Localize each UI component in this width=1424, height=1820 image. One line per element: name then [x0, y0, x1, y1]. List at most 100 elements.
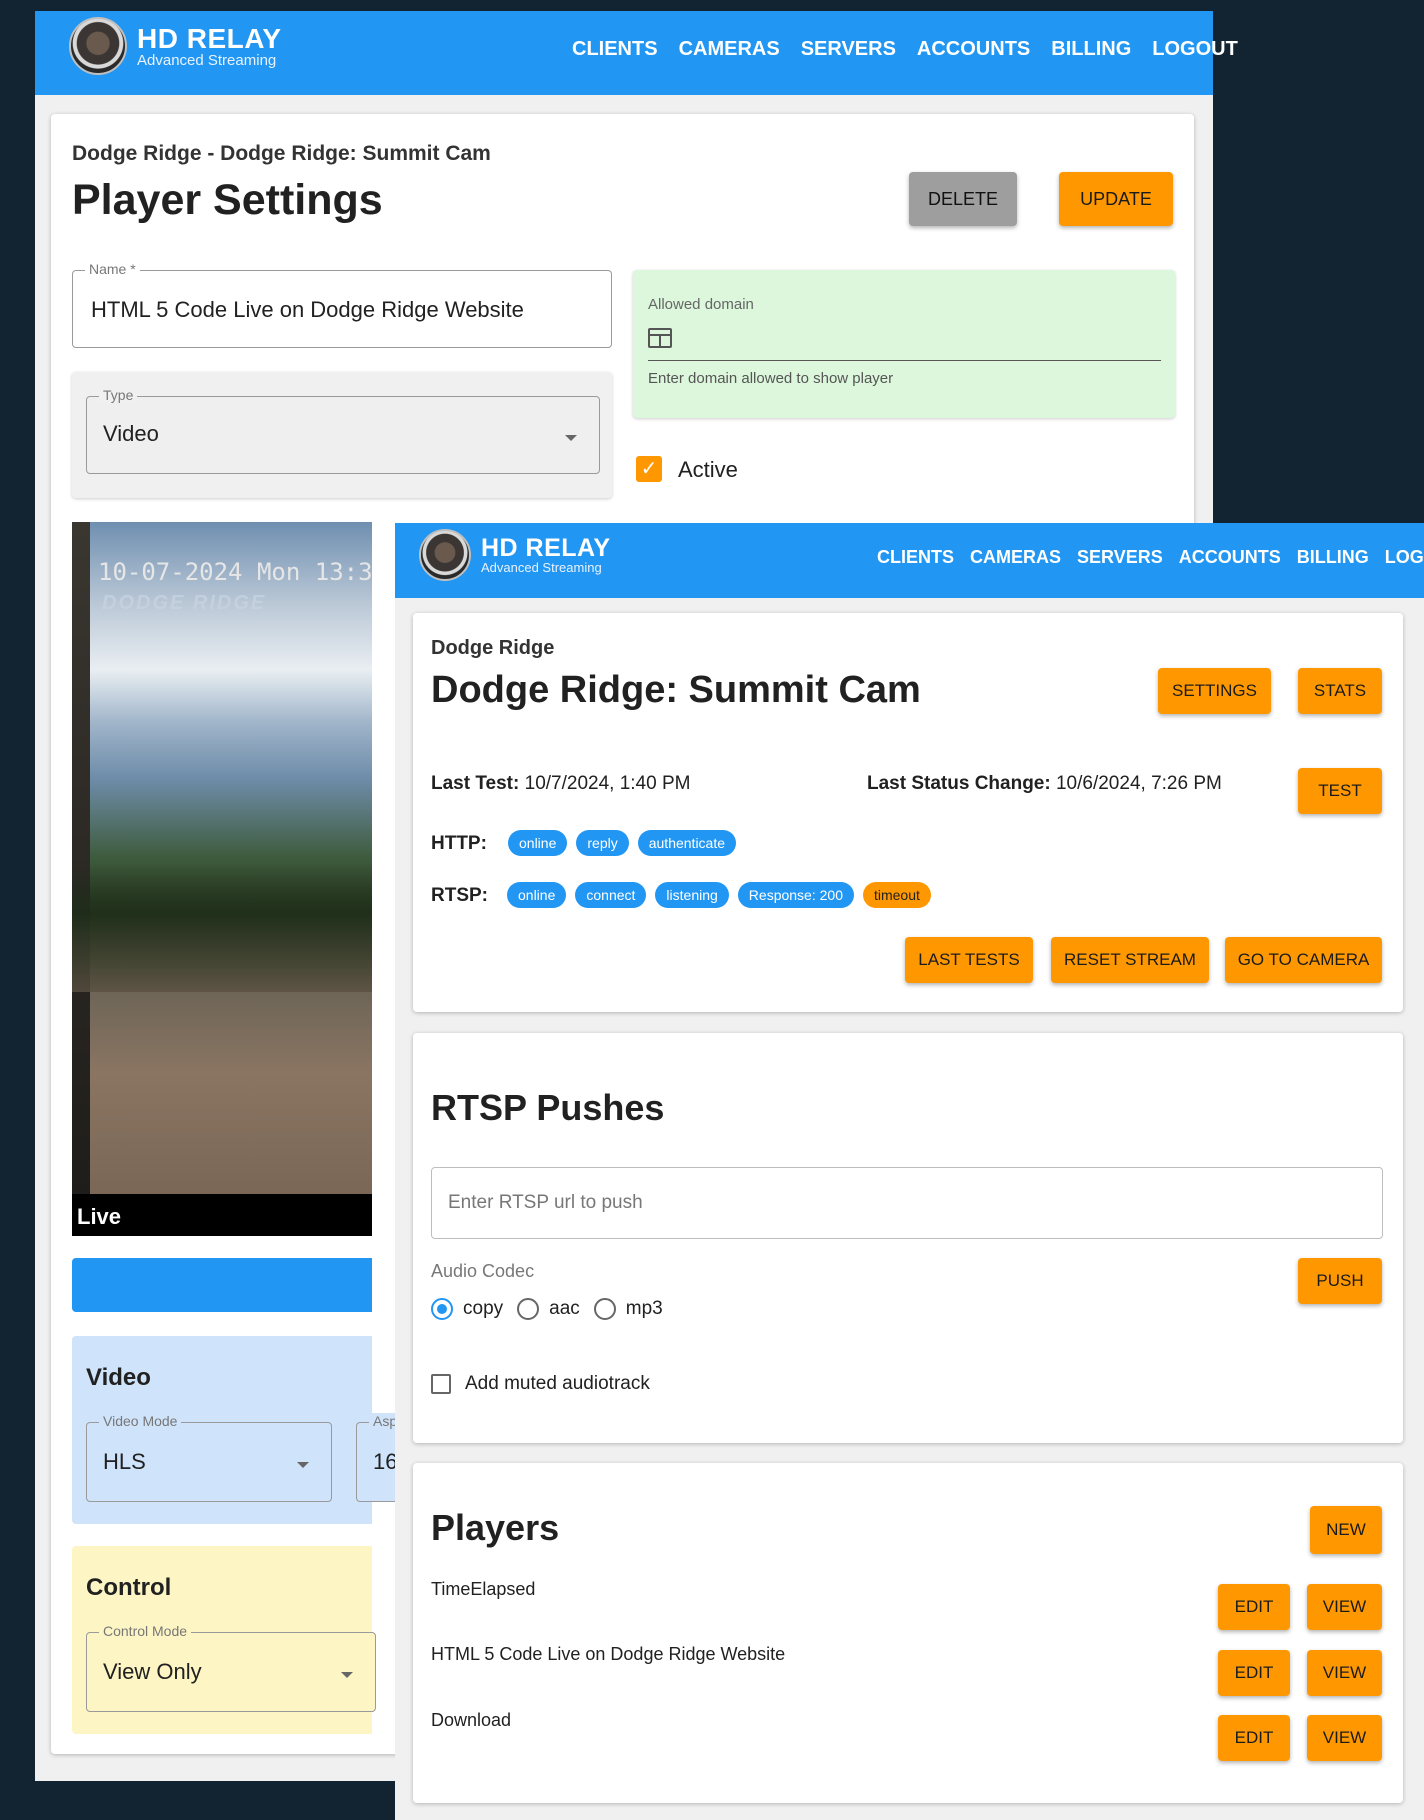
control-mode-value: View Only — [103, 1659, 202, 1684]
last-status-value: 10/6/2024, 7:26 PM — [1055, 773, 1222, 794]
name-field[interactable]: Name * HTML 5 Code Live on Dodge Ridge W… — [72, 261, 612, 348]
last-test: Last Test: 10/7/2024, 1:40 PM — [431, 773, 690, 795]
camera-title: Dodge Ridge: Summit Cam — [431, 669, 921, 711]
video-mode-label: Video Mode — [99, 1413, 182, 1429]
nav-accounts[interactable]: ACCOUNTS — [917, 38, 1030, 61]
camera-detail-window: HD RELAY Advanced Streaming CLIENTS CAME… — [395, 523, 1424, 1820]
last-test-value: 10/7/2024, 1:40 PM — [524, 773, 691, 794]
codec-mp3-radio[interactable] — [593, 1298, 616, 1320]
edit-player-button[interactable]: EDIT — [1218, 1715, 1290, 1761]
allowed-domain-hint: Enter domain allowed to show player — [648, 370, 894, 387]
status-badge-warning: timeout — [862, 882, 931, 908]
last-status-label: Last Status Change: — [867, 773, 1051, 794]
brand-logo[interactable]: HD RELAY Advanced Streaming — [69, 17, 282, 75]
test-button[interactable]: TEST — [1298, 768, 1382, 814]
nav-logout[interactable]: LOGOUT — [1152, 38, 1238, 61]
camera-image — [72, 522, 372, 1194]
video-timestamp: 10-07-2024 Mon 13:32: — [98, 558, 372, 586]
video-mode-value: HLS — [103, 1449, 146, 1474]
control-panel-title: Control — [86, 1574, 172, 1601]
nav-logout[interactable]: LOGOUT — [1385, 547, 1424, 568]
nav-billing[interactable]: BILLING — [1051, 38, 1131, 61]
main-nav: CLIENTS CAMERAS SERVERS ACCOUNTS BILLING… — [572, 38, 1238, 61]
rtsp-pushes-card: RTSP Pushes Enter RTSP url to push Audio… — [413, 1033, 1403, 1443]
codec-aac-radio[interactable] — [517, 1298, 540, 1320]
type-select[interactable]: Type Video — [86, 387, 600, 474]
last-test-label: Last Test: — [431, 773, 520, 794]
players-card: Players NEW TimeElapsed EDIT VIEW HTML 5… — [413, 1463, 1403, 1803]
camera-lens-icon — [419, 529, 471, 581]
push-button[interactable]: PUSH — [1298, 1258, 1382, 1304]
new-player-button[interactable]: NEW — [1310, 1506, 1382, 1554]
rtsp-label: RTSP: — [431, 885, 488, 906]
rtsp-url-input[interactable]: Enter RTSP url to push — [431, 1167, 1383, 1239]
nav-servers[interactable]: SERVERS — [801, 38, 896, 61]
top-app-bar: HD RELAY Advanced Streaming CLIENTS CAME… — [35, 11, 1238, 95]
edit-player-button[interactable]: EDIT — [1218, 1584, 1290, 1630]
muted-audiotrack-label: Add muted audiotrack — [465, 1373, 650, 1394]
brand-title: HD RELAY — [137, 22, 282, 54]
rtsp-pushes-title: RTSP Pushes — [431, 1087, 665, 1128]
view-player-button[interactable]: VIEW — [1307, 1584, 1382, 1630]
players-title: Players — [431, 1507, 560, 1548]
codec-copy-label: copy — [463, 1298, 504, 1319]
type-label: Type — [99, 387, 138, 403]
stats-button[interactable]: STATS — [1298, 668, 1382, 714]
status-badge: listening — [655, 882, 729, 908]
control-panel: Control Control Mode View Only — [72, 1546, 376, 1734]
video-mode-select[interactable]: Video Mode HLS — [86, 1413, 332, 1502]
play-bar-button[interactable] — [72, 1258, 372, 1312]
go-to-camera-button[interactable]: GO TO CAMERA — [1225, 937, 1382, 983]
top-app-bar: HD RELAY Advanced Streaming CLIENTS CAME… — [395, 523, 1424, 598]
breadcrumb: Dodge Ridge - Dodge Ridge: Summit Cam — [72, 142, 491, 165]
nav-cameras[interactable]: CAMERAS — [970, 547, 1061, 568]
aspect-value: 16 — [373, 1449, 398, 1474]
edit-player-button[interactable]: EDIT — [1218, 1650, 1290, 1696]
video-panel-title: Video — [86, 1364, 151, 1391]
muted-audiotrack-checkbox[interactable] — [431, 1374, 451, 1394]
muted-audiotrack-option: Add muted audiotrack — [431, 1373, 650, 1395]
audio-codec-label: Audio Codec — [431, 1261, 535, 1281]
live-label: Live — [77, 1204, 122, 1229]
reset-stream-button[interactable]: RESET STREAM — [1051, 937, 1209, 983]
chevron-down-icon — [565, 435, 577, 441]
status-badge: authenticate — [637, 830, 737, 856]
status-badge: connect — [575, 882, 647, 908]
domain-input-underline[interactable] — [648, 360, 1161, 361]
nav-billing[interactable]: BILLING — [1297, 547, 1369, 568]
chevron-down-icon — [297, 1462, 309, 1468]
codec-copy-radio[interactable] — [431, 1298, 453, 1320]
player-item-html5: HTML 5 Code Live on Dodge Ridge Website — [431, 1644, 786, 1664]
nav-clients[interactable]: CLIENTS — [877, 547, 954, 568]
last-status-change: Last Status Change: 10/6/2024, 7:26 PM — [867, 773, 1222, 795]
view-player-button[interactable]: VIEW — [1307, 1650, 1382, 1696]
video-watermark: DODGE RIDGE — [102, 592, 267, 614]
last-tests-button[interactable]: LAST TESTS — [905, 937, 1033, 983]
web-icon — [648, 328, 672, 348]
update-button[interactable]: UPDATE — [1059, 172, 1173, 226]
video-preview[interactable]: 10-07-2024 Mon 13:32: DODGE RIDGE Live — [72, 522, 372, 1236]
name-field-label: Name * — [85, 261, 140, 277]
active-checkbox[interactable]: ✓ — [636, 456, 662, 482]
nav-servers[interactable]: SERVERS — [1077, 547, 1163, 568]
brand-subtitle: Advanced Streaming — [137, 51, 277, 69]
codec-mp3-label: mp3 — [625, 1298, 663, 1319]
delete-button[interactable]: DELETE — [909, 172, 1017, 226]
control-mode-select[interactable]: Control Mode View Only — [86, 1623, 376, 1712]
active-label: Active — [678, 457, 738, 482]
rtsp-status-chips: online connect listening Response: 200 timeo… — [507, 882, 940, 908]
settings-button[interactable]: SETTINGS — [1158, 668, 1271, 714]
player-item-download: Download — [431, 1710, 512, 1730]
allowed-domain-label: Allowed domain — [648, 296, 754, 313]
camera-lens-icon — [69, 17, 127, 75]
nav-clients[interactable]: CLIENTS — [572, 38, 658, 61]
brand-logo[interactable]: HD RELAY Advanced Streaming — [419, 529, 611, 581]
nav-cameras[interactable]: CAMERAS — [679, 38, 780, 61]
nav-accounts[interactable]: ACCOUNTS — [1179, 547, 1281, 568]
brand-title: HD RELAY — [481, 534, 611, 562]
control-mode-label: Control Mode — [99, 1623, 192, 1639]
codec-aac-label: aac — [549, 1298, 580, 1319]
view-player-button[interactable]: VIEW — [1307, 1715, 1382, 1761]
name-value: HTML 5 Code Live on Dodge Ridge Website — [91, 297, 524, 322]
page-title: Player Settings — [72, 176, 383, 224]
